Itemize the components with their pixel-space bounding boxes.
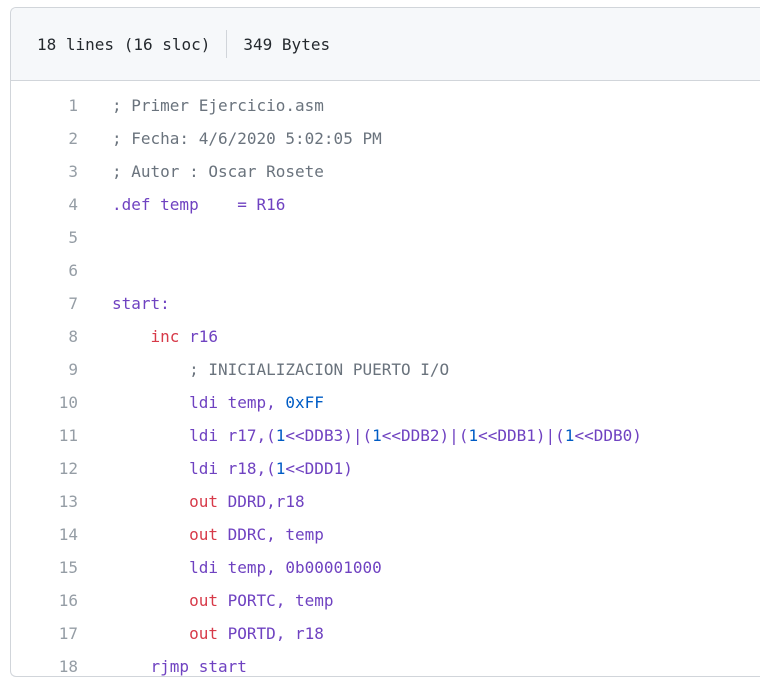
file-info-bar: 18 lines (16 sloc) 349 Bytes — [11, 8, 760, 81]
line-number[interactable]: 7 — [11, 287, 78, 320]
code-line: 3 ; Autor : Oscar Rosete — [11, 155, 760, 188]
code-token: ; Autor : Oscar Rosete — [112, 162, 324, 181]
line-number[interactable]: 2 — [11, 122, 78, 155]
line-number[interactable]: 3 — [11, 155, 78, 188]
code-token: PORTD, r18 — [217, 624, 324, 643]
code-token: r16 — [179, 327, 218, 346]
code-token: 1 — [564, 426, 575, 445]
line-number[interactable]: 5 — [11, 221, 78, 254]
code-listing: 1 ; Primer Ejercicio.asm 2 ; Fecha: 4/6/202… — [11, 81, 760, 676]
code-token: ldi temp, — [112, 393, 286, 412]
code-token: start: — [112, 294, 170, 313]
code-line: 13 out DDRD,r18 — [11, 485, 760, 518]
code-token: 1 — [468, 426, 479, 445]
code-token: 1 — [275, 459, 286, 478]
code-line: 7 start: — [11, 287, 760, 320]
code-line: 8 inc r16 — [11, 320, 760, 353]
line-content: out DDRD,r18 — [112, 485, 305, 518]
code-token: ; Fecha: 4/6/2020 5:02:05 PM — [112, 129, 382, 148]
code-token: ; Primer Ejercicio.asm — [112, 96, 324, 115]
code-token: ldi temp, 0b00001000 — [112, 558, 382, 577]
file-viewer: 18 lines (16 sloc) 349 Bytes 1 ; Primer E… — [10, 7, 760, 677]
code-token: <<DDB1)|( — [478, 426, 565, 445]
code-token: PORTC, temp — [217, 591, 334, 610]
code-token: DDRD, — [217, 492, 276, 511]
code-line: 11 ldi r17,(1<<DDB3)|(1<<DDB2)|(1<<DDB1)… — [11, 419, 760, 452]
code-token: ldi r18,( — [112, 459, 276, 478]
code-line: 10 ldi temp, 0xFF — [11, 386, 760, 419]
line-content: inc r16 — [112, 320, 218, 353]
code-line: 2 ; Fecha: 4/6/2020 5:02:05 PM — [11, 122, 760, 155]
line-number[interactable]: 8 — [11, 320, 78, 353]
code-token: rjmp start — [112, 657, 247, 676]
code-line: 17 out PORTD, r18 — [11, 617, 760, 650]
code-line: 5 — [11, 221, 760, 254]
code-token: DDRC, temp — [217, 525, 324, 544]
code-token: .def temp = R16 — [112, 195, 286, 214]
code-token: ldi r17,( — [112, 426, 276, 445]
code-token: 0xFF — [285, 393, 324, 412]
line-content: ; Primer Ejercicio.asm — [112, 89, 324, 122]
code-line: 1 ; Primer Ejercicio.asm — [11, 89, 760, 122]
line-number[interactable]: 15 — [11, 551, 78, 584]
code-line: 16 out PORTC, temp — [11, 584, 760, 617]
code-line: 9 ; INICIALIZACION PUERTO I/O — [11, 353, 760, 386]
code-line: 14 out DDRC, temp — [11, 518, 760, 551]
code-line: 18 rjmp start — [11, 650, 760, 676]
line-count: 18 lines (16 sloc) — [37, 34, 211, 54]
code-token: out — [189, 492, 218, 511]
line-number[interactable]: 13 — [11, 485, 78, 518]
code-token: r18 — [275, 492, 305, 511]
line-number[interactable]: 17 — [11, 617, 78, 650]
line-content: out PORTD, r18 — [112, 617, 324, 650]
line-number[interactable]: 4 — [11, 188, 78, 221]
line-number[interactable]: 9 — [11, 353, 78, 386]
line-content: ldi r17,(1<<DDB3)|(1<<DDB2)|(1<<DDB1)|(1… — [112, 419, 642, 452]
code-line: 15 ldi temp, 0b00001000 — [11, 551, 760, 584]
line-number[interactable]: 1 — [11, 89, 78, 122]
line-number[interactable]: 6 — [11, 254, 78, 287]
code-line: 12 ldi r18,(1<<DDD1) — [11, 452, 760, 485]
line-content: rjmp start — [112, 650, 247, 676]
line-number[interactable]: 16 — [11, 584, 78, 617]
line-content: .def temp = R16 — [112, 188, 285, 221]
code-token: <<DDD1) — [285, 459, 353, 478]
code-token: 1 — [275, 426, 286, 445]
line-number[interactable]: 11 — [11, 419, 78, 452]
code-token: 1 — [372, 426, 382, 445]
code-token: out — [189, 591, 218, 610]
code-token: out — [189, 624, 218, 643]
line-content: ; Autor : Oscar Rosete — [112, 155, 324, 188]
line-number[interactable]: 10 — [11, 386, 78, 419]
divider — [226, 30, 228, 58]
line-content: ldi temp, 0xFF — [112, 386, 324, 419]
line-number[interactable]: 18 — [11, 650, 78, 676]
code-token: <<DDB3)|( — [285, 426, 373, 445]
line-content: ; INICIALIZACION PUERTO I/O — [112, 353, 449, 386]
line-content: ldi temp, 0b00001000 — [112, 551, 382, 584]
code-line: 4 .def temp = R16 — [11, 188, 760, 221]
code-token: ; INICIALIZACION PUERTO I/O — [189, 360, 450, 379]
code-token: <<DDB0) — [574, 426, 642, 445]
code-token: inc — [150, 327, 180, 346]
line-content: out DDRC, temp — [112, 518, 324, 551]
line-content: ; Fecha: 4/6/2020 5:02:05 PM — [112, 122, 382, 155]
code-line: 6 — [11, 254, 760, 287]
line-number[interactable]: 14 — [11, 518, 78, 551]
line-content: ldi r18,(1<<DDD1) — [112, 452, 353, 485]
line-content: start: — [112, 287, 170, 320]
file-size: 349 Bytes — [243, 34, 331, 54]
line-content: out PORTC, temp — [112, 584, 334, 617]
line-number[interactable]: 12 — [11, 452, 78, 485]
code-token: <<DDB2)|( — [381, 426, 469, 445]
code-token: out — [189, 525, 218, 544]
